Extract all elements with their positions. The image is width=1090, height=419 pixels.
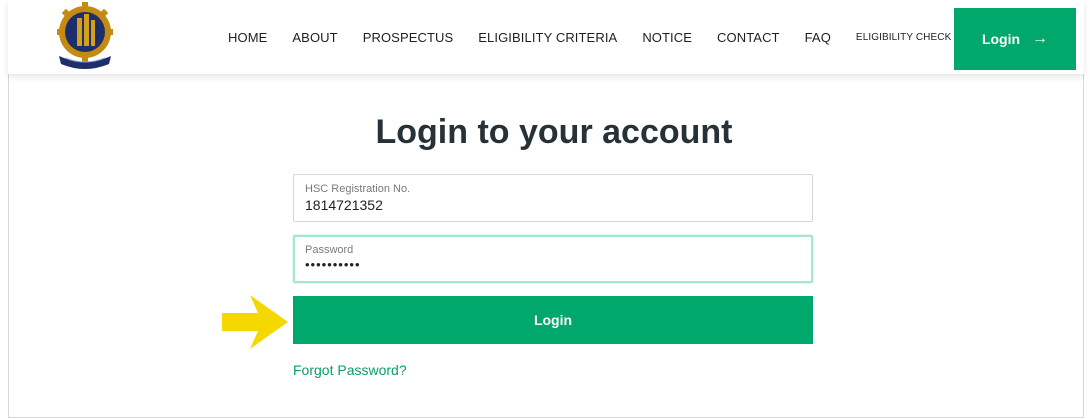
university-crest-logo[interactable]	[53, 2, 117, 70]
nav-about[interactable]: ABOUT	[292, 30, 337, 45]
top-navbar: HOME ABOUT PROSPECTUS ELIGIBILITY CRITER…	[8, 0, 1084, 74]
page-title: Login to your account	[375, 113, 733, 151]
registration-input[interactable]: 1814721352	[305, 197, 795, 213]
nav-login-label: Login	[981, 31, 1021, 47]
nav-prospectus[interactable]: PROSPECTUS	[363, 30, 454, 45]
registration-label: HSC Registration No.	[305, 183, 411, 195]
yellow-arrow-icon	[222, 295, 288, 349]
main-nav: HOME ABOUT PROSPECTUS ELIGIBILITY CRITER…	[228, 0, 995, 74]
registration-field[interactable]: HSC Registration No. 1814721352	[293, 174, 813, 222]
nav-login-button[interactable]: Login →	[954, 8, 1076, 70]
nav-eligibility-criteria[interactable]: ELIGIBILITY CRITERIA	[478, 30, 617, 45]
nav-home[interactable]: HOME	[228, 30, 267, 45]
password-label: Password	[305, 244, 354, 256]
nav-notice[interactable]: NOTICE	[642, 30, 692, 45]
nav-faq[interactable]: FAQ	[805, 30, 831, 45]
nav-contact[interactable]: CONTACT	[717, 30, 780, 45]
password-input[interactable]: ••••••••••	[305, 257, 795, 272]
login-button[interactable]: Login	[293, 296, 813, 344]
password-field[interactable]: Password ••••••••••	[293, 235, 813, 283]
forgot-password-link[interactable]: Forgot Password?	[293, 362, 407, 378]
arrow-right-icon: →	[1032, 30, 1049, 47]
